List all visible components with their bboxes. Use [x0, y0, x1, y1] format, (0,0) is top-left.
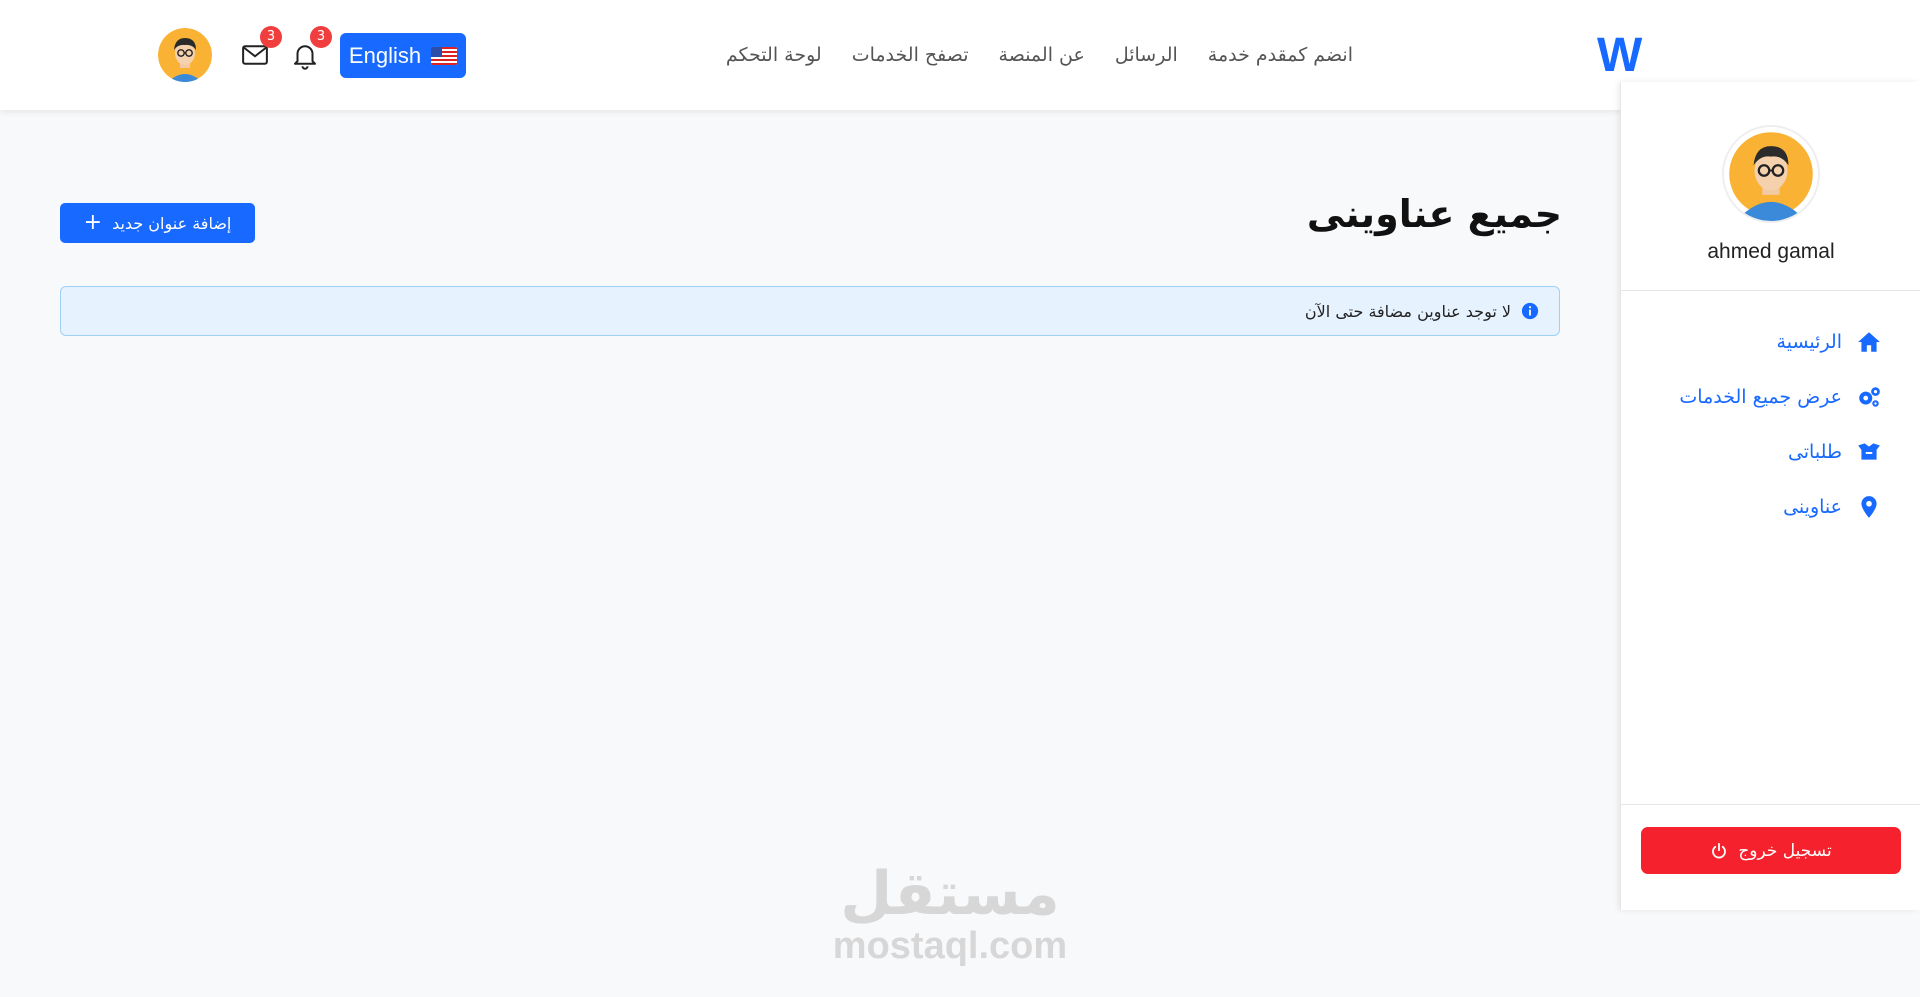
- watermark-latin: mostaql.com: [832, 925, 1068, 967]
- sidebar-item-label: عناوينى: [1783, 495, 1842, 518]
- notifications-button[interactable]: 3: [288, 26, 332, 72]
- us-flag-icon: [431, 46, 458, 65]
- sidebar-item-label: الرئيسية: [1776, 330, 1842, 353]
- empty-addresses-alert: لا توجد عناوين مضافة حتى الآن: [60, 286, 1560, 336]
- logout-label: تسجيل خروج: [1738, 840, 1832, 861]
- power-icon: [1712, 842, 1727, 858]
- empty-alert-text: لا توجد عناوين مضافة حتى الآن: [1304, 301, 1511, 321]
- avatar-illustration-icon: [1724, 127, 1818, 221]
- main-nav: لوحة التحكم تصفح الخدمات عن المنصة الرسا…: [726, 0, 1353, 110]
- user-avatar[interactable]: [158, 28, 212, 82]
- sidebar-item-home[interactable]: الرئيسية: [1679, 314, 1882, 369]
- sidebar-item-all-services[interactable]: عرض جميع الخدمات: [1679, 369, 1882, 424]
- page-title: جميع عناوينى: [1306, 192, 1562, 236]
- avatar-illustration-icon: [158, 28, 212, 82]
- nav-messages[interactable]: الرسائل: [1115, 44, 1178, 66]
- nav-dashboard[interactable]: لوحة التحكم: [726, 44, 822, 66]
- watermark-arabic: مستقل: [840, 859, 1060, 929]
- language-label: English: [348, 42, 422, 68]
- nav-join-provider[interactable]: انضم كمقدم خدمة: [1208, 44, 1353, 66]
- sidebar-divider: [1621, 290, 1920, 291]
- notifications-count-badge: 3: [310, 26, 332, 48]
- sidebar-item-addresses[interactable]: عناوينى: [1679, 479, 1882, 534]
- sidebar-divider: [1621, 804, 1920, 805]
- add-address-label: إضافة عنوان جديد: [112, 213, 232, 233]
- sidebar-user-name: ahmed gamal: [1707, 240, 1835, 263]
- messages-button[interactable]: 3: [238, 26, 282, 72]
- messages-count-badge: 3: [260, 26, 282, 48]
- info-icon: [1521, 302, 1539, 320]
- sidebar-item-label: عرض جميع الخدمات: [1679, 385, 1842, 408]
- sidebar-item-label: طلباتى: [1787, 440, 1842, 463]
- language-switch-button[interactable]: English: [340, 33, 466, 78]
- nav-browse-services[interactable]: تصفح الخدمات: [852, 44, 969, 66]
- logo[interactable]: W: [1597, 28, 1642, 83]
- box-icon: [1858, 442, 1880, 460]
- nav-about[interactable]: عن المنصة: [999, 44, 1085, 66]
- add-address-button[interactable]: إضافة عنوان جديد +: [60, 203, 255, 243]
- gears-icon: [1859, 386, 1880, 407]
- plus-icon: +: [83, 210, 103, 235]
- map-pin-icon: [1861, 495, 1877, 518]
- home-icon: [1858, 331, 1880, 352]
- watermark: مستقل mostaql.com: [820, 862, 1080, 966]
- sidebar-avatar: [1722, 125, 1820, 223]
- sidebar-item-orders[interactable]: طلباتى: [1679, 424, 1882, 479]
- sidebar-menu: الرئيسية عرض جميع الخدمات طلباتى عناوينى: [1679, 314, 1882, 534]
- user-sidebar: ahmed gamal الرئيسية عرض جميع الخدمات طل…: [1620, 82, 1920, 910]
- logout-button[interactable]: تسجيل خروج: [1641, 827, 1901, 874]
